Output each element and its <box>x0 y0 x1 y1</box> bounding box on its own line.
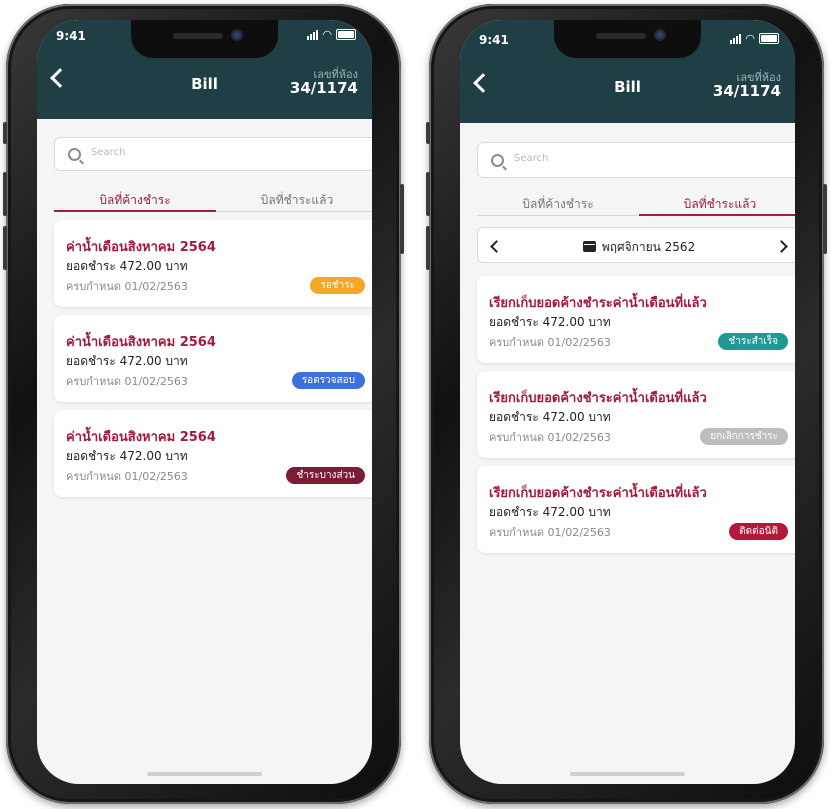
status-badge: ชำระบางส่วน <box>286 467 365 484</box>
speaker <box>173 33 223 39</box>
status-time: 9:41 <box>56 29 86 43</box>
bill-due-date: ครบกำหนด 01/02/2563 <box>66 470 188 483</box>
volume-down-button <box>426 226 430 270</box>
bill-due-date: ครบกำหนด 01/02/2563 <box>66 280 188 293</box>
mute-switch <box>426 122 430 144</box>
notch <box>131 20 278 58</box>
status-badge: รอชำระ <box>310 277 365 294</box>
speaker <box>596 33 646 39</box>
bill-card[interactable]: ค่าน้ำเดือนสิงหาคม 2564 ยอดชำระ 472.00 บ… <box>54 220 372 307</box>
calendar-icon <box>582 241 596 252</box>
status-badge: ชำระสำเร็จ <box>718 333 788 350</box>
bill-tabs: บิลที่ค้างชำระ บิลที่ชำระแล้ว <box>54 186 372 212</box>
home-indicator <box>570 772 685 776</box>
tab-unpaid[interactable]: บิลที่ค้างชำระ <box>54 186 216 212</box>
bill-tabs: บิลที่ค้างชำระ บิลที่ชำระแล้ว <box>477 190 795 216</box>
month-selector: พฤศจิกายน 2562 <box>477 227 795 263</box>
status-badge: ติดต่อนิติ <box>729 523 788 540</box>
signal-icon <box>730 33 742 44</box>
bill-amount: ยอดชำระ 472.00 บาท <box>489 410 611 424</box>
camera-icon <box>654 29 666 41</box>
battery-icon <box>336 29 356 40</box>
status-icons: ◠ <box>730 33 779 44</box>
search-icon <box>68 148 81 161</box>
search-input[interactable]: Search <box>477 142 795 178</box>
bill-card[interactable]: เรียกเก็บยอดค้างชำระค่าน้ำเดือนที่แล้ว ย… <box>477 371 795 458</box>
month-text: พฤศจิกายน 2562 <box>601 240 696 254</box>
room-number: 34/1174 <box>712 82 781 100</box>
status-icons: ◠ <box>307 29 356 40</box>
search-placeholder: Search <box>514 153 549 164</box>
bill-due-date: ครบกำหนด 01/02/2563 <box>489 431 611 444</box>
search-input[interactable]: Search <box>54 137 372 171</box>
screen-right: 9:41 ◠ Bill เลขที่ห้อง 34/1174 Search บิ… <box>460 20 795 784</box>
bill-amount: ยอดชำระ 472.00 บาท <box>66 354 188 368</box>
bill-title: ค่าน้ำเดือนสิงหาคม 2564 <box>66 430 216 445</box>
mute-switch <box>3 122 7 144</box>
app-header: 9:41 ◠ Bill เลขที่ห้อง 34/1174 <box>460 20 795 123</box>
phone-frame-right: 9:41 ◠ Bill เลขที่ห้อง 34/1174 Search บิ… <box>426 4 827 804</box>
bill-title: เรียกเก็บยอดค้างชำระค่าน้ำเดือนที่แล้ว <box>489 296 707 311</box>
search-placeholder: Search <box>91 147 126 158</box>
bill-title: เรียกเก็บยอดค้างชำระค่าน้ำเดือนที่แล้ว <box>489 486 707 501</box>
room-number: 34/1174 <box>289 79 358 97</box>
status-badge: ยกเลิกการชำระ <box>700 428 788 445</box>
bill-card[interactable]: เรียกเก็บยอดค้างชำระค่าน้ำเดือนที่แล้ว ย… <box>477 276 795 363</box>
bill-card[interactable]: ค่าน้ำเดือนสิงหาคม 2564 ยอดชำระ 472.00 บ… <box>54 315 372 402</box>
bill-amount: ยอดชำระ 472.00 บาท <box>489 315 611 329</box>
wifi-icon: ◠ <box>745 31 755 45</box>
bill-due-date: ครบกำหนด 01/02/2563 <box>489 526 611 539</box>
notch <box>554 20 701 58</box>
wifi-icon: ◠ <box>322 27 332 41</box>
bill-card[interactable]: ค่าน้ำเดือนสิงหาคม 2564 ยอดชำระ 472.00 บ… <box>54 410 372 497</box>
volume-down-button <box>3 226 7 270</box>
volume-up-button <box>3 172 7 216</box>
camera-icon <box>231 29 243 41</box>
volume-up-button <box>426 172 430 216</box>
app-header: 9:41 ◠ Bill เลขที่ห้อง 34/1174 <box>37 20 372 119</box>
bill-due-date: ครบกำหนด 01/02/2563 <box>66 375 188 388</box>
bill-amount: ยอดชำระ 472.00 บาท <box>66 259 188 273</box>
bill-amount: ยอดชำระ 472.00 บาท <box>489 505 611 519</box>
bill-title: เรียกเก็บยอดค้างชำระค่าน้ำเดือนที่แล้ว <box>489 391 707 406</box>
status-time: 9:41 <box>479 33 509 47</box>
tab-paid[interactable]: บิลที่ชำระแล้ว <box>639 190 795 216</box>
battery-icon <box>759 33 779 44</box>
search-icon <box>491 154 504 167</box>
bill-due-date: ครบกำหนด 01/02/2563 <box>489 336 611 349</box>
home-indicator <box>147 772 262 776</box>
tab-unpaid[interactable]: บิลที่ค้างชำระ <box>477 190 639 216</box>
signal-icon <box>307 29 319 40</box>
power-button <box>823 184 827 254</box>
bill-amount: ยอดชำระ 472.00 บาท <box>66 449 188 463</box>
phone-frame-left: 9:41 ◠ Bill เลขที่ห้อง 34/1174 Search บิ… <box>3 4 404 804</box>
screen-left: 9:41 ◠ Bill เลขที่ห้อง 34/1174 Search บิ… <box>37 20 372 784</box>
status-badge: รอตรวจสอบ <box>291 372 365 389</box>
month-label: พฤศจิกายน 2562 <box>478 238 795 257</box>
bill-title: ค่าน้ำเดือนสิงหาคม 2564 <box>66 240 216 255</box>
bill-card[interactable]: เรียกเก็บยอดค้างชำระค่าน้ำเดือนที่แล้ว ย… <box>477 466 795 553</box>
tab-paid[interactable]: บิลที่ชำระแล้ว <box>216 186 372 212</box>
bill-title: ค่าน้ำเดือนสิงหาคม 2564 <box>66 335 216 350</box>
power-button <box>400 184 404 254</box>
